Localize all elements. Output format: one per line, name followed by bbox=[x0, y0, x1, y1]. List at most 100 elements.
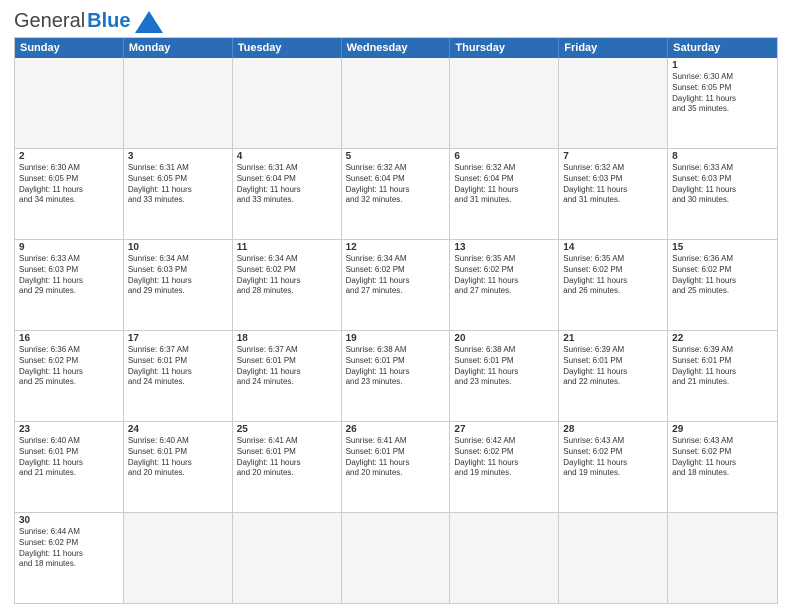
cal-cell-w5-d4 bbox=[450, 513, 559, 603]
day-info: Sunrise: 6:35 AM Sunset: 6:02 PM Dayligh… bbox=[563, 254, 663, 297]
cal-cell-w2-d6: 15Sunrise: 6:36 AM Sunset: 6:02 PM Dayli… bbox=[668, 240, 777, 330]
cal-header-sunday: Sunday bbox=[15, 38, 124, 58]
cal-cell-w3-d3: 19Sunrise: 6:38 AM Sunset: 6:01 PM Dayli… bbox=[342, 331, 451, 421]
day-info: Sunrise: 6:31 AM Sunset: 6:04 PM Dayligh… bbox=[237, 163, 337, 206]
day-number: 16 bbox=[19, 333, 119, 344]
cal-header-wednesday: Wednesday bbox=[342, 38, 451, 58]
day-number: 19 bbox=[346, 333, 446, 344]
cal-header-tuesday: Tuesday bbox=[233, 38, 342, 58]
cal-cell-w0-d2 bbox=[233, 58, 342, 148]
cal-cell-w3-d2: 18Sunrise: 6:37 AM Sunset: 6:01 PM Dayli… bbox=[233, 331, 342, 421]
cal-week-3: 16Sunrise: 6:36 AM Sunset: 6:02 PM Dayli… bbox=[15, 330, 777, 421]
cal-cell-w3-d5: 21Sunrise: 6:39 AM Sunset: 6:01 PM Dayli… bbox=[559, 331, 668, 421]
day-info: Sunrise: 6:39 AM Sunset: 6:01 PM Dayligh… bbox=[672, 345, 773, 388]
day-number: 13 bbox=[454, 242, 554, 253]
day-number: 4 bbox=[237, 151, 337, 162]
logo-icon bbox=[135, 11, 163, 33]
cal-header-saturday: Saturday bbox=[668, 38, 777, 58]
cal-cell-w2-d3: 12Sunrise: 6:34 AM Sunset: 6:02 PM Dayli… bbox=[342, 240, 451, 330]
cal-cell-w5-d5 bbox=[559, 513, 668, 603]
cal-cell-w0-d5 bbox=[559, 58, 668, 148]
cal-header-friday: Friday bbox=[559, 38, 668, 58]
day-number: 27 bbox=[454, 424, 554, 435]
day-info: Sunrise: 6:36 AM Sunset: 6:02 PM Dayligh… bbox=[19, 345, 119, 388]
day-number: 12 bbox=[346, 242, 446, 253]
day-number: 29 bbox=[672, 424, 773, 435]
cal-cell-w1-d6: 8Sunrise: 6:33 AM Sunset: 6:03 PM Daylig… bbox=[668, 149, 777, 239]
cal-cell-w4-d4: 27Sunrise: 6:42 AM Sunset: 6:02 PM Dayli… bbox=[450, 422, 559, 512]
day-number: 14 bbox=[563, 242, 663, 253]
day-info: Sunrise: 6:39 AM Sunset: 6:01 PM Dayligh… bbox=[563, 345, 663, 388]
cal-cell-w4-d0: 23Sunrise: 6:40 AM Sunset: 6:01 PM Dayli… bbox=[15, 422, 124, 512]
day-info: Sunrise: 6:40 AM Sunset: 6:01 PM Dayligh… bbox=[128, 436, 228, 479]
day-number: 30 bbox=[19, 515, 119, 526]
cal-cell-w0-d0 bbox=[15, 58, 124, 148]
day-info: Sunrise: 6:30 AM Sunset: 6:05 PM Dayligh… bbox=[19, 163, 119, 206]
day-info: Sunrise: 6:32 AM Sunset: 6:04 PM Dayligh… bbox=[454, 163, 554, 206]
day-number: 26 bbox=[346, 424, 446, 435]
day-number: 17 bbox=[128, 333, 228, 344]
cal-cell-w5-d6 bbox=[668, 513, 777, 603]
cal-cell-w4-d3: 26Sunrise: 6:41 AM Sunset: 6:01 PM Dayli… bbox=[342, 422, 451, 512]
day-number: 5 bbox=[346, 151, 446, 162]
cal-week-2: 9Sunrise: 6:33 AM Sunset: 6:03 PM Daylig… bbox=[15, 239, 777, 330]
page: General Blue SundayMondayTuesdayWednesda… bbox=[0, 0, 792, 612]
cal-cell-w1-d1: 3Sunrise: 6:31 AM Sunset: 6:05 PM Daylig… bbox=[124, 149, 233, 239]
day-number: 22 bbox=[672, 333, 773, 344]
day-number: 28 bbox=[563, 424, 663, 435]
cal-cell-w0-d6: 1Sunrise: 6:30 AM Sunset: 6:05 PM Daylig… bbox=[668, 58, 777, 148]
cal-cell-w1-d0: 2Sunrise: 6:30 AM Sunset: 6:05 PM Daylig… bbox=[15, 149, 124, 239]
day-number: 9 bbox=[19, 242, 119, 253]
day-info: Sunrise: 6:33 AM Sunset: 6:03 PM Dayligh… bbox=[672, 163, 773, 206]
day-number: 1 bbox=[672, 60, 773, 71]
cal-cell-w2-d1: 10Sunrise: 6:34 AM Sunset: 6:03 PM Dayli… bbox=[124, 240, 233, 330]
day-number: 11 bbox=[237, 242, 337, 253]
day-info: Sunrise: 6:34 AM Sunset: 6:03 PM Dayligh… bbox=[128, 254, 228, 297]
cal-cell-w5-d2 bbox=[233, 513, 342, 603]
day-info: Sunrise: 6:30 AM Sunset: 6:05 PM Dayligh… bbox=[672, 72, 773, 115]
day-info: Sunrise: 6:41 AM Sunset: 6:01 PM Dayligh… bbox=[346, 436, 446, 479]
cal-cell-w5-d1 bbox=[124, 513, 233, 603]
day-info: Sunrise: 6:43 AM Sunset: 6:02 PM Dayligh… bbox=[672, 436, 773, 479]
cal-cell-w4-d6: 29Sunrise: 6:43 AM Sunset: 6:02 PM Dayli… bbox=[668, 422, 777, 512]
cal-cell-w0-d4 bbox=[450, 58, 559, 148]
day-info: Sunrise: 6:37 AM Sunset: 6:01 PM Dayligh… bbox=[128, 345, 228, 388]
day-number: 23 bbox=[19, 424, 119, 435]
day-info: Sunrise: 6:34 AM Sunset: 6:02 PM Dayligh… bbox=[346, 254, 446, 297]
day-number: 2 bbox=[19, 151, 119, 162]
day-info: Sunrise: 6:35 AM Sunset: 6:02 PM Dayligh… bbox=[454, 254, 554, 297]
cal-week-1: 2Sunrise: 6:30 AM Sunset: 6:05 PM Daylig… bbox=[15, 148, 777, 239]
day-number: 10 bbox=[128, 242, 228, 253]
day-info: Sunrise: 6:34 AM Sunset: 6:02 PM Dayligh… bbox=[237, 254, 337, 297]
cal-cell-w1-d3: 5Sunrise: 6:32 AM Sunset: 6:04 PM Daylig… bbox=[342, 149, 451, 239]
day-number: 3 bbox=[128, 151, 228, 162]
cal-cell-w2-d5: 14Sunrise: 6:35 AM Sunset: 6:02 PM Dayli… bbox=[559, 240, 668, 330]
cal-cell-w2-d0: 9Sunrise: 6:33 AM Sunset: 6:03 PM Daylig… bbox=[15, 240, 124, 330]
day-info: Sunrise: 6:44 AM Sunset: 6:02 PM Dayligh… bbox=[19, 527, 119, 570]
cal-cell-w5-d3 bbox=[342, 513, 451, 603]
logo: General Blue bbox=[14, 10, 163, 33]
day-number: 25 bbox=[237, 424, 337, 435]
cal-cell-w1-d2: 4Sunrise: 6:31 AM Sunset: 6:04 PM Daylig… bbox=[233, 149, 342, 239]
day-number: 18 bbox=[237, 333, 337, 344]
cal-cell-w4-d5: 28Sunrise: 6:43 AM Sunset: 6:02 PM Dayli… bbox=[559, 422, 668, 512]
day-info: Sunrise: 6:36 AM Sunset: 6:02 PM Dayligh… bbox=[672, 254, 773, 297]
day-info: Sunrise: 6:37 AM Sunset: 6:01 PM Dayligh… bbox=[237, 345, 337, 388]
cal-cell-w1-d5: 7Sunrise: 6:32 AM Sunset: 6:03 PM Daylig… bbox=[559, 149, 668, 239]
cal-cell-w4-d2: 25Sunrise: 6:41 AM Sunset: 6:01 PM Dayli… bbox=[233, 422, 342, 512]
day-info: Sunrise: 6:38 AM Sunset: 6:01 PM Dayligh… bbox=[454, 345, 554, 388]
day-info: Sunrise: 6:42 AM Sunset: 6:02 PM Dayligh… bbox=[454, 436, 554, 479]
day-number: 7 bbox=[563, 151, 663, 162]
logo-general-text: General bbox=[14, 10, 85, 33]
cal-cell-w0-d1 bbox=[124, 58, 233, 148]
calendar: SundayMondayTuesdayWednesdayThursdayFrid… bbox=[14, 37, 778, 604]
cal-header-monday: Monday bbox=[124, 38, 233, 58]
cal-cell-w4-d1: 24Sunrise: 6:40 AM Sunset: 6:01 PM Dayli… bbox=[124, 422, 233, 512]
cal-week-5: 30Sunrise: 6:44 AM Sunset: 6:02 PM Dayli… bbox=[15, 512, 777, 603]
day-info: Sunrise: 6:31 AM Sunset: 6:05 PM Dayligh… bbox=[128, 163, 228, 206]
day-info: Sunrise: 6:38 AM Sunset: 6:01 PM Dayligh… bbox=[346, 345, 446, 388]
cal-cell-w1-d4: 6Sunrise: 6:32 AM Sunset: 6:04 PM Daylig… bbox=[450, 149, 559, 239]
cal-cell-w3-d1: 17Sunrise: 6:37 AM Sunset: 6:01 PM Dayli… bbox=[124, 331, 233, 421]
day-info: Sunrise: 6:43 AM Sunset: 6:02 PM Dayligh… bbox=[563, 436, 663, 479]
day-number: 6 bbox=[454, 151, 554, 162]
